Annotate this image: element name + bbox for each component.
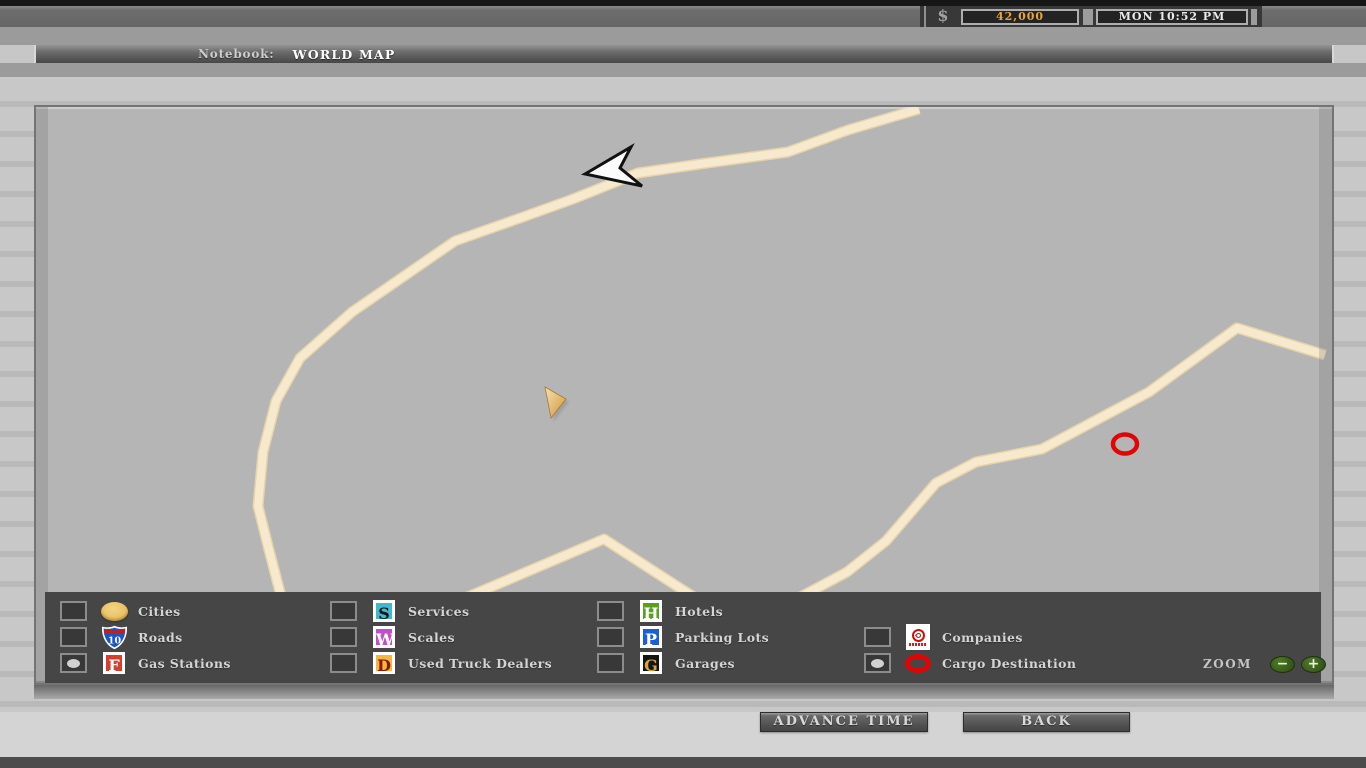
used-truck-dealers-checkbox[interactable] — [330, 653, 357, 673]
legend-item-services: S Services — [330, 598, 469, 624]
parking-lots-checkbox[interactable] — [597, 627, 624, 647]
services-checkbox[interactable] — [330, 601, 357, 621]
header-band — [0, 27, 1366, 45]
legend-label: Scales — [408, 629, 455, 645]
roads-checkbox[interactable] — [60, 627, 87, 647]
legend-item-companies: Companies — [864, 624, 1023, 650]
garage-icon: G — [636, 652, 666, 675]
used-truck-dealer-icon: D — [369, 652, 399, 675]
money-display: 42,000 — [961, 9, 1079, 25]
topbar-separator — [1251, 9, 1257, 25]
datetime-display: MON 10:52 PM — [1096, 9, 1248, 25]
topbar-separator — [1083, 9, 1093, 25]
legend-label: Roads — [138, 629, 183, 645]
gas-station-icon: F — [99, 652, 129, 675]
legend-item-hotels: H Hotels — [597, 598, 723, 624]
legend-label: Cities — [138, 603, 181, 619]
legend-label: Gas Stations — [138, 655, 231, 671]
services-icon: S — [369, 600, 399, 623]
legend-item-cities: Cities — [60, 598, 181, 624]
notebook-label: Notebook: — [198, 47, 275, 61]
advance-time-button[interactable]: ADVANCE TIME — [760, 712, 928, 732]
zoom-out-button[interactable]: − — [1269, 655, 1295, 673]
hotel-icon: H — [636, 600, 666, 623]
gas-stations-checkbox[interactable] — [60, 653, 87, 673]
city-ellipse-icon — [99, 601, 129, 621]
legend-item-gas-stations: F Gas Stations — [60, 650, 231, 676]
zoom-label: ZOOM — [1203, 657, 1252, 671]
parking-lot-icon: P — [636, 626, 666, 649]
sub-header-band — [0, 63, 1366, 77]
legend-item-cargo-destination: Cargo Destination — [864, 650, 1076, 676]
company-logo-icon — [903, 624, 933, 650]
footer-band — [0, 712, 1366, 757]
legend-label: Parking Lots — [675, 629, 770, 645]
cities-checkbox[interactable] — [60, 601, 87, 621]
legend-item-roads: 10 Roads — [60, 624, 183, 650]
zoom-controls: ZOOM − + — [1203, 654, 1326, 674]
back-button[interactable]: BACK — [963, 712, 1130, 732]
currency-icon: $ — [924, 6, 960, 27]
hotels-checkbox[interactable] — [597, 601, 624, 621]
legend-item-used-truck-dealers: D Used Truck Dealers — [330, 650, 552, 676]
scales-icon: W — [369, 626, 399, 649]
cargo-destination-checkbox[interactable] — [864, 653, 891, 673]
legend-label: Services — [408, 603, 470, 619]
zoom-in-button[interactable]: + — [1300, 655, 1326, 673]
svg-text:10: 10 — [107, 635, 121, 646]
scales-checkbox[interactable] — [330, 627, 357, 647]
page-title: WORLD MAP — [292, 46, 396, 62]
legend-label: Companies — [942, 629, 1023, 645]
legend-item-garages: G Garages — [597, 650, 735, 676]
legend-label: Cargo Destination — [942, 655, 1077, 671]
garages-checkbox[interactable] — [597, 653, 624, 673]
legend-label: Hotels — [675, 603, 724, 619]
companies-checkbox[interactable] — [864, 627, 891, 647]
cargo-ring-icon — [903, 653, 933, 673]
notebook-header-bar: Notebook: WORLD MAP — [34, 45, 1334, 63]
legend-item-parking-lots: P Parking Lots — [597, 624, 769, 650]
legend-item-scales: W Scales — [330, 624, 455, 650]
legend-label: Garages — [675, 655, 735, 671]
bottom-dark-bar — [0, 757, 1366, 768]
interstate-shield-icon: 10 — [99, 625, 129, 650]
map-panel-shadow — [34, 685, 1334, 699]
map-legend-bar: Cities 10 Roads F Gas Stations S Service… — [45, 592, 1326, 683]
game-screen: $ 42,000 MON 10:52 PM Notebook: WORLD MA… — [0, 0, 1366, 768]
legend-label: Used Truck Dealers — [408, 655, 553, 671]
